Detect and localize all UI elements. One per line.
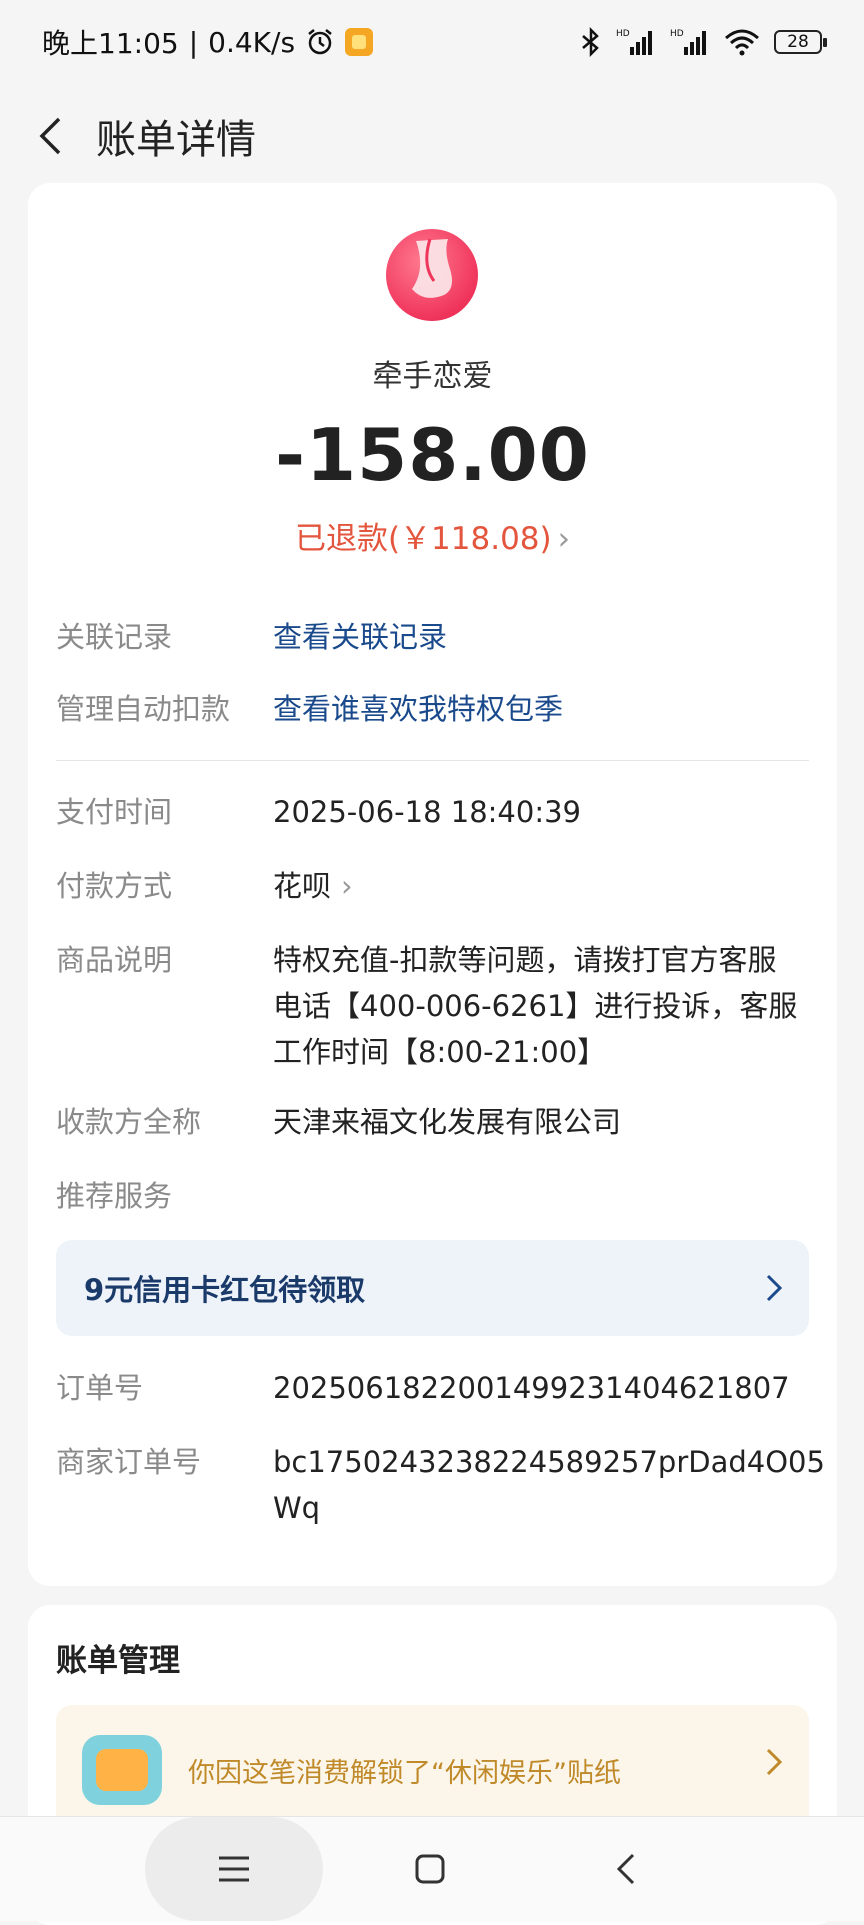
payee-row: 收款方全称 天津来福文化发展有限公司: [56, 1099, 816, 1145]
sticker-text: 你因这笔消费解锁了“休闲娱乐”贴纸: [188, 1758, 621, 1789]
auto-deduct-row: 管理自动扣款 查看谁喜欢我特权包季: [56, 686, 816, 732]
recommend-row: 推荐服务: [56, 1173, 816, 1219]
credit-card-promo[interactable]: 9元信用卡红包待领取: [56, 1240, 809, 1336]
tv-face: [96, 1749, 148, 1791]
home-square-icon: [415, 1854, 445, 1884]
status-time: 晚上11:05: [42, 27, 179, 60]
holding-hands-icon: [412, 238, 452, 298]
signal-hd-icon: HD: [616, 29, 652, 55]
merchant-order-no-line: bc1750243238224589257prDad4O05: [273, 1445, 825, 1479]
payee-value: 天津来福文化发展有限公司: [273, 1105, 622, 1139]
bill-amount: -158.00: [275, 413, 590, 497]
chevron-right-icon: ›: [341, 869, 353, 903]
status-right: HD HD 28: [580, 27, 827, 57]
status-left: 晚上11:05 | 0.4K/s: [42, 22, 374, 62]
order-no-row: 订单号 2025061822001499231404621807: [56, 1365, 816, 1411]
goods-desc-line: 特权充值-扣款等问题，请拨打官方客服: [273, 943, 777, 977]
header: 账单详情: [0, 84, 864, 188]
menu-button[interactable]: [212, 1847, 256, 1891]
pay-time-row: 支付时间 2025-06-18 18:40:39: [56, 789, 816, 835]
goods-desc-line: 电话【400-006-6261】进行投诉，客服: [273, 989, 798, 1023]
status-separator: |: [188, 25, 199, 59]
goods-desc-value: 特权充值-扣款等问题，请拨打官方客服 电话【400-006-6261】进行投诉，…: [273, 937, 797, 1075]
alarm-icon: [308, 29, 332, 55]
system-nav-bar: [0, 1816, 864, 1921]
refund-link[interactable]: 已退款(￥118.08) ›: [28, 513, 837, 558]
network-speed: 0.4K/s: [208, 25, 296, 59]
row-label: 收款方全称: [56, 1105, 202, 1139]
related-records-link[interactable]: 查看关联记录: [273, 614, 447, 660]
auto-deduct-link[interactable]: 查看谁喜欢我特权包季: [273, 686, 563, 732]
tv-sticker-icon: [82, 1735, 162, 1805]
signal-hd-icon: HD: [670, 29, 706, 55]
related-records-row: 关联记录 查看关联记录: [56, 614, 816, 660]
order-no-value[interactable]: 2025061822001499231404621807: [273, 1365, 790, 1411]
goods-desc-row: 商品说明 特权充值-扣款等问题，请拨打官方客服 电话【400-006-6261】…: [56, 937, 816, 1075]
merchant-order-no-line: Wq: [273, 1491, 321, 1525]
pay-method-text: 花呗: [273, 869, 332, 903]
goods-desc-line: 工作时间【8:00-21:00】: [273, 1035, 607, 1069]
back-nav-button[interactable]: [604, 1847, 648, 1891]
row-label: 商家订单号: [56, 1445, 202, 1479]
bill-card: 牵手恋爱 -158.00 已退款(￥118.08) › 关联记录 查看关联记录 管…: [28, 183, 837, 1586]
promo-text: 9元信用卡红包待领取: [84, 1273, 366, 1307]
merchant-logo: [386, 229, 478, 321]
bill-management-title: 账单管理: [56, 1643, 180, 1679]
chevron-right-icon: ›: [557, 521, 571, 557]
battery-icon: 28: [774, 30, 827, 54]
pay-method-row[interactable]: 付款方式 花呗 ›: [56, 863, 816, 909]
svg-text:HD: HD: [670, 29, 684, 39]
row-label: 管理自动扣款: [56, 692, 231, 726]
row-label: 商品说明: [56, 943, 173, 977]
merchant-order-no-row: 商家订单号 bc1750243238224589257prDad4O05 Wq: [56, 1439, 825, 1531]
merchant-order-no-value[interactable]: bc1750243238224589257prDad4O05 Wq: [273, 1439, 825, 1531]
back-triangle-icon: [616, 1853, 635, 1885]
refund-text: 已退款(￥118.08): [294, 521, 552, 557]
divider: [56, 760, 809, 761]
merchant-name: 牵手恋爱: [372, 359, 493, 394]
battery-level: 28: [787, 32, 809, 52]
pay-time-value: 2025-06-18 18:40:39: [273, 795, 581, 829]
menu-icon: [219, 1856, 249, 1882]
chevron-right-icon: [766, 1274, 783, 1302]
home-button[interactable]: [408, 1847, 452, 1891]
row-label: 订单号: [56, 1371, 144, 1405]
recommend-label: 推荐服务: [56, 1179, 173, 1213]
back-button[interactable]: [30, 116, 70, 156]
row-label: 关联记录: [56, 620, 173, 654]
row-label: 支付时间: [56, 795, 173, 829]
page-title: 账单详情: [96, 117, 256, 163]
row-label: 付款方式: [56, 869, 173, 903]
chevron-left-icon: [39, 117, 61, 155]
chevron-right-icon: [766, 1748, 783, 1776]
notification-icon: [345, 28, 374, 56]
pay-method-value: 花呗 ›: [273, 863, 353, 909]
status-bar: 晚上11:05 | 0.4K/s HD HD 28: [0, 0, 864, 84]
wifi-icon: [725, 29, 759, 56]
bluetooth-icon: [582, 27, 599, 57]
svg-text:HD: HD: [616, 29, 630, 39]
